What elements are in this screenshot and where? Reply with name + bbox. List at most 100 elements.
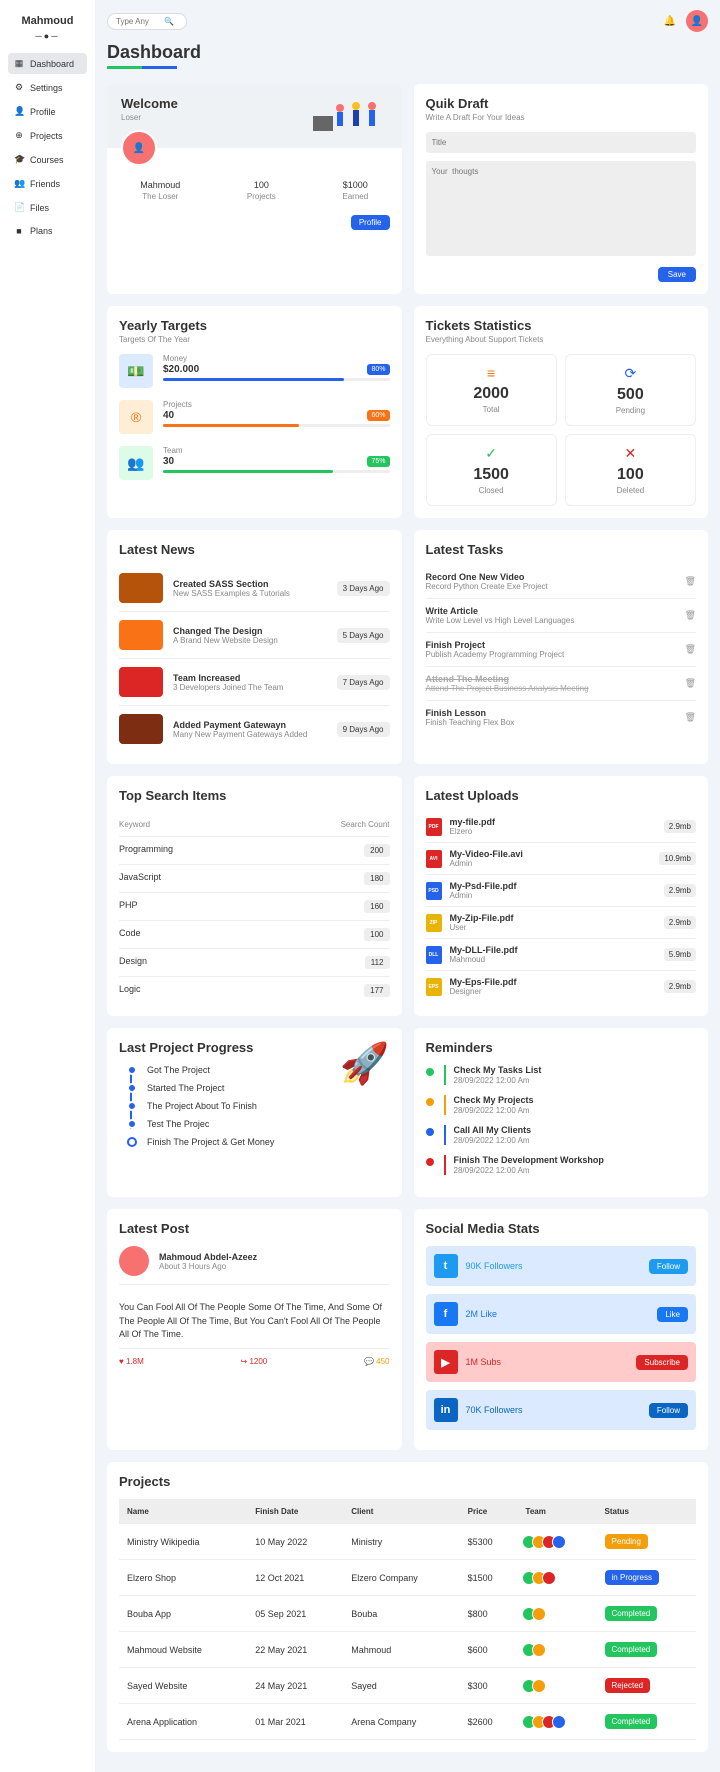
bell-icon[interactable]: 🔔: [664, 16, 676, 27]
team-avatars: [526, 1607, 589, 1621]
post-comments[interactable]: 💬 450: [364, 1357, 390, 1366]
news-badge: 7 Days Ago: [337, 675, 390, 690]
news-item: Changed The DesignA Brand New Website De…: [119, 612, 390, 659]
social-icon: ▶: [434, 1350, 458, 1374]
courses-icon: 🎓: [14, 154, 24, 165]
sidebar-item-plans[interactable]: ■Plans: [8, 221, 87, 241]
post-time: About 3 Hours Ago: [159, 1262, 257, 1271]
sidebar-item-friends[interactable]: 👥Friends: [8, 173, 87, 194]
progress-dot: [127, 1137, 137, 1147]
sidebar-item-profile[interactable]: 👤Profile: [8, 101, 87, 122]
sidebar: Mahmoud ─●─ ▦Dashboard⚙Settings👤Profile⊕…: [0, 0, 95, 1772]
table-header: Team: [518, 1499, 597, 1524]
draft-title-input[interactable]: [426, 132, 697, 153]
welcome-sub: Loser: [121, 113, 178, 122]
trash-icon[interactable]: 🗑: [685, 678, 696, 689]
sidebar-item-projects[interactable]: ⊕Projects: [8, 125, 87, 146]
welcome-avatar: 👤: [121, 130, 157, 166]
progress-card: Last Project Progress Got The ProjectSta…: [107, 1028, 402, 1197]
target-item: 💵Money$20.00080%: [119, 354, 390, 388]
reminders-title: Reminders: [426, 1040, 697, 1055]
upload-item: AVIMy-Video-File.aviAdmin10.9mb: [426, 843, 697, 875]
social-item: f2M LikeLike: [426, 1294, 697, 1334]
projects-title: Projects: [119, 1474, 696, 1489]
targets-title: Yearly Targets: [119, 318, 390, 333]
social-icon: t: [434, 1254, 458, 1278]
main-content: 🔍 🔔 👤 Dashboard Welcome Loser: [95, 0, 720, 1772]
search-item: Programming200: [119, 837, 390, 865]
progress-item: Got The Project: [127, 1065, 340, 1075]
uploads-title: Latest Uploads: [426, 788, 697, 803]
sidebar-label: Friends: [30, 179, 60, 189]
rocket-icon: 🚀: [340, 1040, 390, 1185]
upload-item: ZIPMy-Zip-File.pdfUser2.9mb: [426, 907, 697, 939]
social-item: ▶1M SubsSubscribe: [426, 1342, 697, 1382]
welcome-title: Welcome: [121, 96, 178, 111]
progress-dot: [127, 1119, 137, 1129]
projects-card: Projects NameFinish DateClientPriceTeamS…: [107, 1462, 708, 1752]
task-item: Write ArticleWrite Low Level vs High Lev…: [426, 599, 697, 633]
search-item: Design112: [119, 949, 390, 977]
social-button[interactable]: Follow: [649, 1259, 688, 1274]
trash-icon[interactable]: 🗑: [685, 712, 696, 723]
target-icon: 💵: [119, 354, 153, 388]
status-badge: Completed: [605, 1606, 658, 1621]
reminder-item: Call All My Clients28/09/2022 12:00 Am: [426, 1125, 697, 1145]
table-row: Ministry Wikipedia10 May 2022Ministry$53…: [119, 1524, 696, 1560]
social-button[interactable]: Like: [657, 1307, 688, 1322]
sidebar-decoration: ─●─: [8, 31, 87, 41]
draft-thoughts-input[interactable]: [426, 161, 697, 256]
upload-item: EPSMy-Eps-File.pdfDesigner2.9mb: [426, 971, 697, 1002]
user-avatar[interactable]: 👤: [686, 10, 708, 32]
tickets-card: Tickets Statistics Everything About Supp…: [414, 306, 709, 518]
tickets-title: Tickets Statistics: [426, 318, 697, 333]
target-item: 👥Team3075%: [119, 446, 390, 480]
welcome-stat: MahmoudThe Loser: [140, 180, 180, 201]
team-avatars: [526, 1535, 589, 1549]
file-icon: PDF: [426, 818, 442, 836]
table-header: Name: [119, 1499, 247, 1524]
target-item: ®Projects4060%: [119, 400, 390, 434]
social-button[interactable]: Subscribe: [636, 1355, 688, 1370]
news-badge: 5 Days Ago: [337, 628, 390, 643]
draft-sub: Write A Draft For Your Ideas: [426, 113, 697, 122]
post-likes[interactable]: ♥ 1.8M: [119, 1357, 144, 1366]
news-image: [119, 714, 163, 744]
welcome-illustration: [308, 96, 388, 136]
progress-dot: [127, 1083, 137, 1093]
search-card: Top Search Items Keyword Search Count Pr…: [107, 776, 402, 1016]
task-item: Attend The MeetingAttend The Project Bus…: [426, 667, 697, 701]
profile-button[interactable]: Profile: [351, 215, 390, 230]
tasks-title: Latest Tasks: [426, 542, 697, 557]
upload-item: PDFmy-file.pdfElzero2.9mb: [426, 811, 697, 843]
news-badge: 3 Days Ago: [337, 581, 390, 596]
progress-item: The Project About To Finish: [127, 1101, 340, 1111]
post-title: Latest Post: [119, 1221, 390, 1236]
trash-icon[interactable]: 🗑: [685, 644, 696, 655]
ticket-stat: ⟳500Pending: [565, 354, 696, 426]
save-button[interactable]: Save: [658, 267, 696, 282]
sidebar-label: Files: [30, 203, 49, 213]
status-badge: in Progress: [605, 1570, 659, 1585]
reminder-item: Finish The Development Workshop28/09/202…: [426, 1155, 697, 1175]
upload-item: PSDMy-Psd-File.pdfAdmin2.9mb: [426, 875, 697, 907]
table-header: Client: [343, 1499, 459, 1524]
team-avatars: [526, 1679, 589, 1693]
social-button[interactable]: Follow: [649, 1403, 688, 1418]
post-shares[interactable]: ↪ 1200: [241, 1357, 268, 1366]
table-row: Arena Application01 Mar 2021Arena Compan…: [119, 1704, 696, 1740]
sidebar-item-settings[interactable]: ⚙Settings: [8, 77, 87, 98]
sidebar-item-files[interactable]: 📄Files: [8, 197, 87, 218]
progress-item: Started The Project: [127, 1083, 340, 1093]
task-item: Record One New VideoRecord Python Create…: [426, 565, 697, 599]
search-count-header: Search Count: [341, 820, 390, 829]
search-box[interactable]: 🔍: [107, 13, 187, 30]
sidebar-item-dashboard[interactable]: ▦Dashboard: [8, 53, 87, 74]
sidebar-item-courses[interactable]: 🎓Courses: [8, 149, 87, 170]
table-header: Price: [460, 1499, 518, 1524]
trash-icon[interactable]: 🗑: [685, 576, 696, 587]
search-input[interactable]: [116, 17, 164, 26]
post-content: You Can Fool All Of The People Some Of T…: [119, 1295, 390, 1349]
trash-icon[interactable]: 🗑: [685, 610, 696, 621]
search-item: PHP160: [119, 893, 390, 921]
